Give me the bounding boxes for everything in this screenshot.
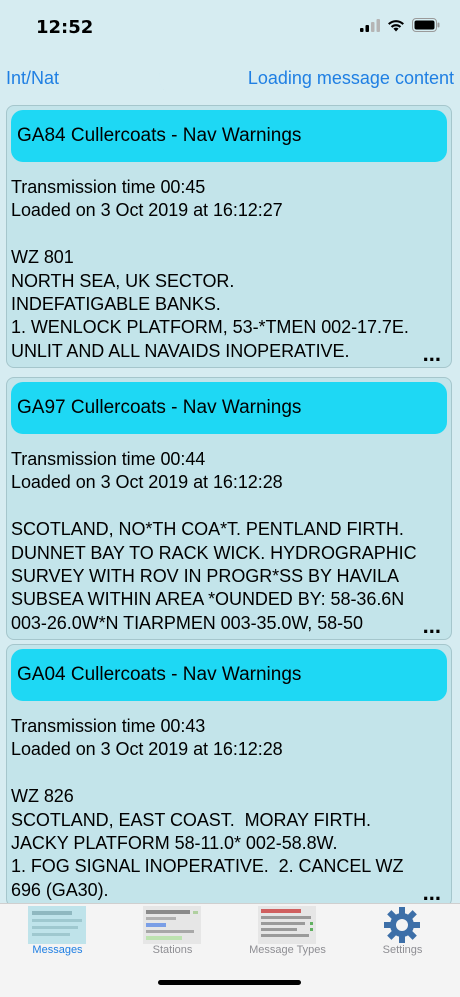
message-title: GA97 Cullercoats - Nav Warnings [17,397,302,418]
message-types-tab-icon [258,906,316,944]
messages-tab-icon [28,906,86,944]
status-time: 12:52 [36,17,94,38]
message-card-header[interactable]: GA84 Cullercoats - Nav Warnings [11,110,447,162]
nav-bar: Int/Nat Loading message content [0,56,460,100]
tab-label: Stations [152,944,193,956]
status-icons [360,18,440,32]
message-card[interactable]: GA04 Cullercoats - Nav Warnings Transmis… [6,644,452,903]
stations-tab-icon [143,906,201,944]
tab-label: Messages [32,944,83,956]
cellular-signal-icon [360,18,380,32]
message-card[interactable]: GA97 Cullercoats - Nav Warnings Transmis… [6,377,452,640]
message-body: Transmission time 00:44 Loaded on 3 Oct … [11,449,417,633]
message-title: GA84 Cullercoats - Nav Warnings [17,125,302,146]
tab-messages[interactable]: Messages [0,904,115,964]
message-list[interactable]: GA84 Cullercoats - Nav Warnings Transmis… [0,105,460,903]
more-indicator: ... [418,615,441,637]
battery-icon [412,18,440,32]
message-card[interactable]: GA84 Cullercoats - Nav Warnings Transmis… [6,105,452,368]
tab-message-types[interactable]: Message Types [230,904,345,964]
more-indicator: ... [418,882,441,903]
more-indicator: ... [418,343,441,365]
tab-label: Settings [382,944,423,956]
gear-icon [384,907,420,943]
tab-settings[interactable]: Settings [345,904,460,964]
message-title: GA04 Cullercoats - Nav Warnings [17,664,302,685]
home-indicator [158,980,301,985]
status-bar: 12:52 [0,0,460,52]
loading-spinner-icon [158,66,187,95]
tab-label: Message Types [249,944,326,956]
message-card-header[interactable]: GA04 Cullercoats - Nav Warnings [11,649,447,701]
int-nat-button[interactable]: Int/Nat [6,68,59,89]
message-body: Transmission time 00:43 Loaded on 3 Oct … [11,716,404,900]
message-card-header[interactable]: GA97 Cullercoats - Nav Warnings [11,382,447,434]
wifi-icon [388,19,404,31]
loading-status-text: Loading message content [247,68,454,88]
message-body: Transmission time 00:45 Loaded on 3 Oct … [11,177,409,361]
tab-stations[interactable]: Stations [115,904,230,964]
